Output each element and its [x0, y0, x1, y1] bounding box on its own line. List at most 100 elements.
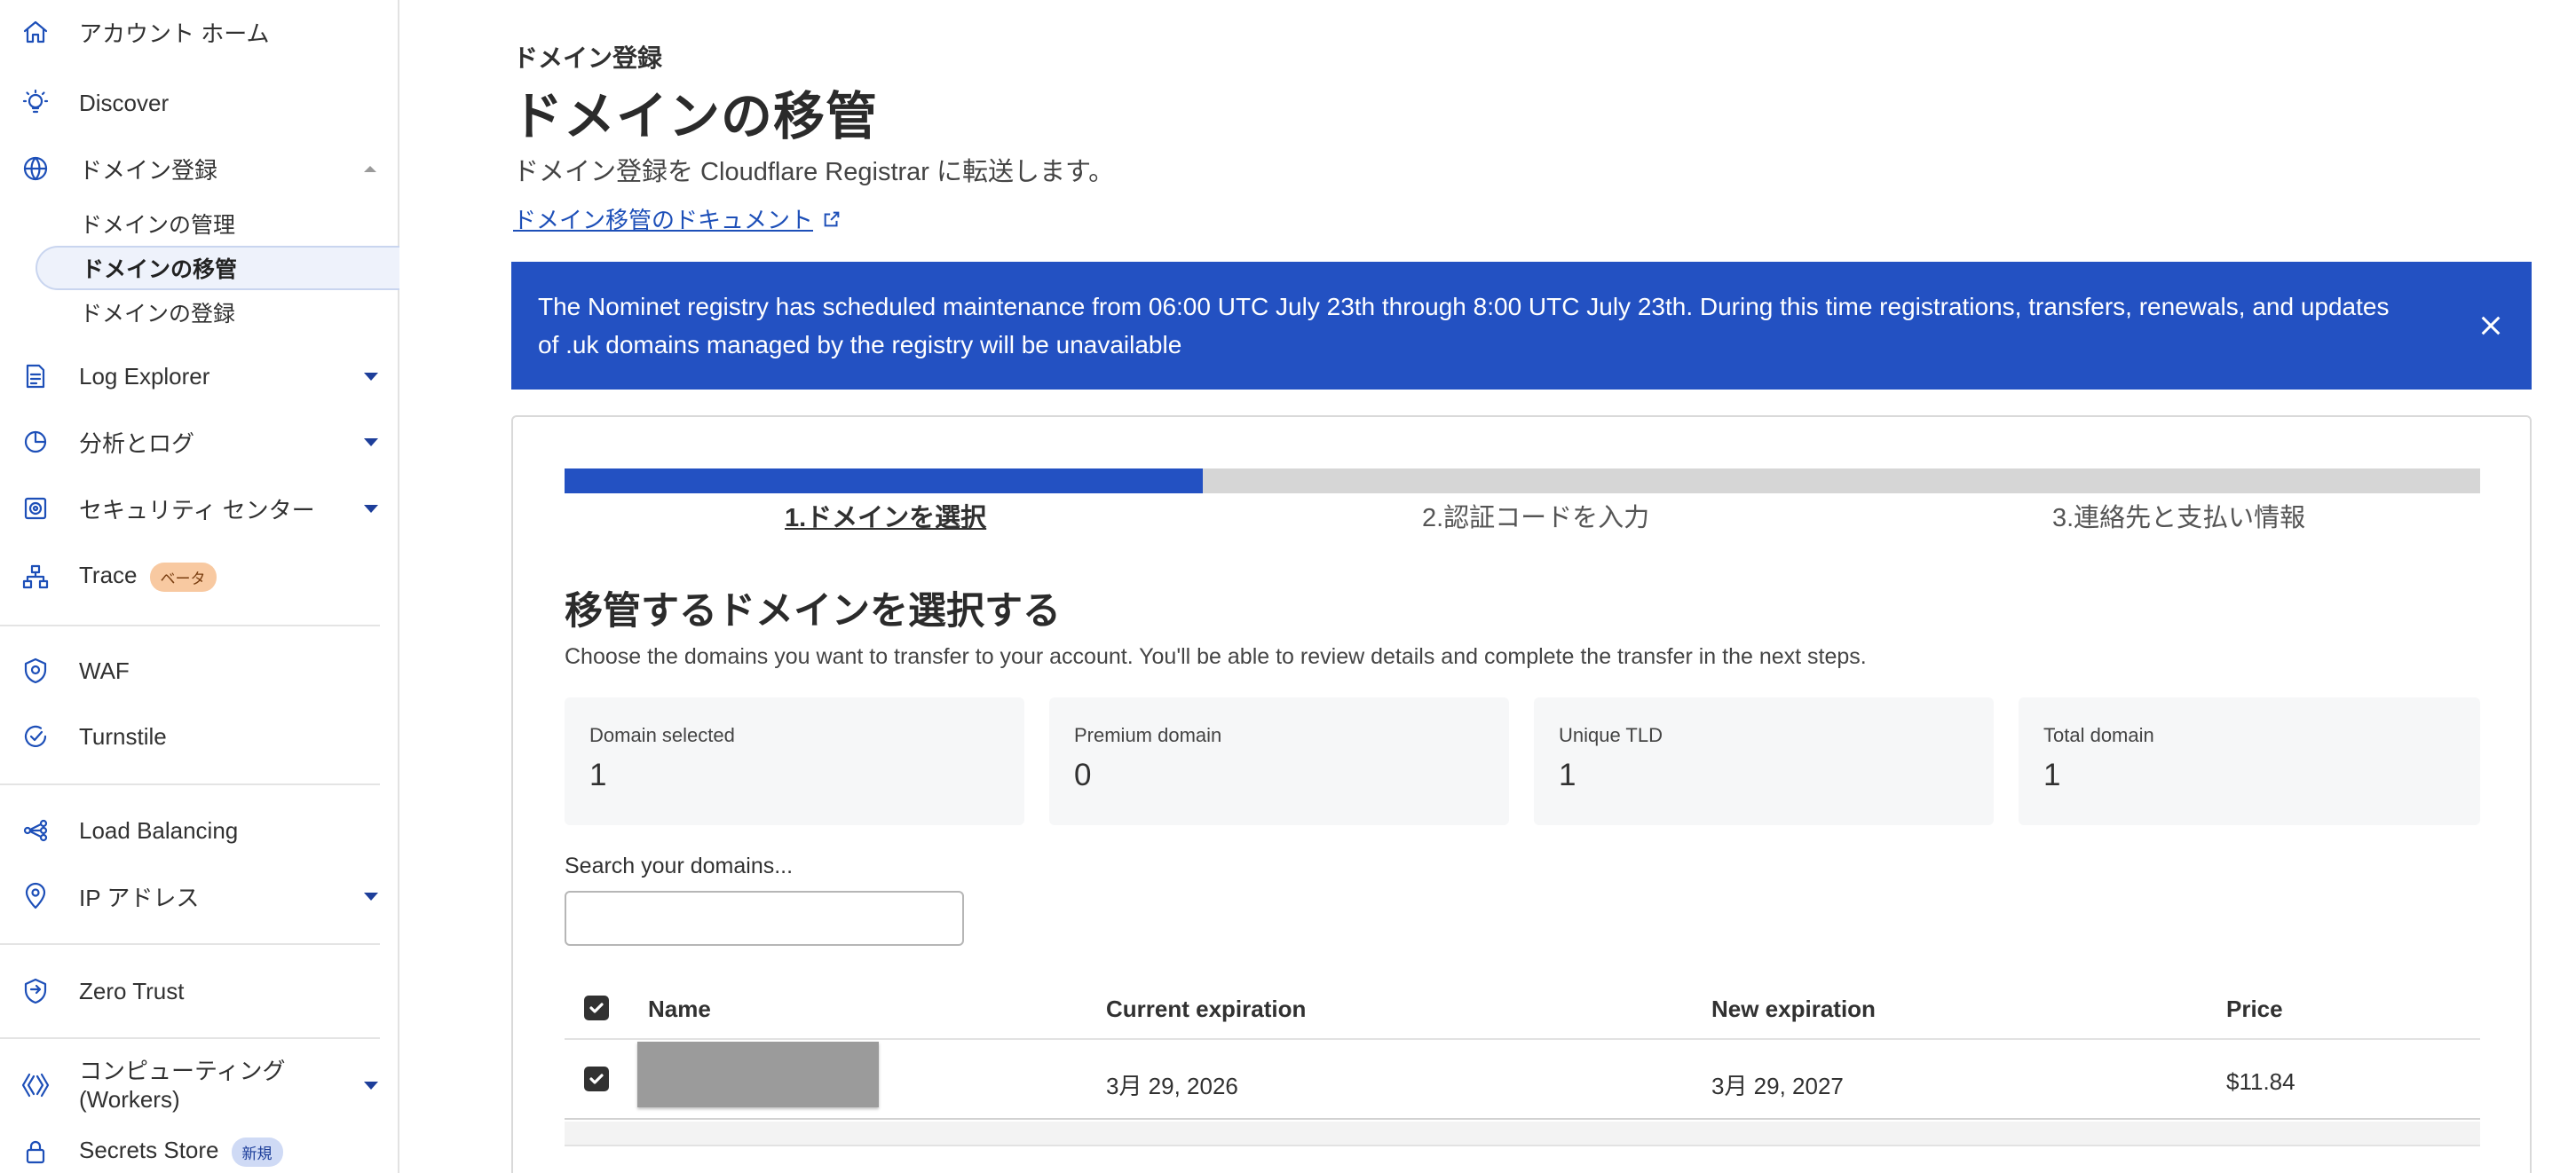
expand-caret-icon[interactable]	[364, 372, 378, 381]
sidebar-item-label: Log Explorer	[79, 362, 210, 390]
expand-caret-icon[interactable]	[364, 437, 378, 446]
column-header-current-expiration[interactable]: Current expiration	[1106, 996, 1306, 1023]
main-content: ドメイン登録 ドメインの移管 ドメイン登録を Cloudflare Regist…	[399, 0, 2576, 1173]
table-header: Name Current expiration New expiration P…	[565, 976, 2480, 1040]
external-link-icon	[824, 211, 840, 226]
sidebar-item-label-wrap: Secrets Store 新規	[79, 1137, 283, 1167]
maintenance-banner: The Nominet registry has scheduled maint…	[511, 262, 2532, 390]
step-enter-auth-code[interactable]: 2.認証コードを入力	[1422, 497, 1649, 534]
page-title: ドメインの移管	[511, 88, 879, 146]
sidebar-item-zero-trust[interactable]: Zero Trust	[0, 972, 398, 1011]
sidebar-item-analytics-logs[interactable]: 分析とログ	[0, 422, 398, 461]
sidebar-item-trace[interactable]: Trace ベータ	[0, 557, 398, 596]
table-row: 3月 29, 2026 3月 29, 2027 $11.84	[565, 1040, 2480, 1120]
sidebar-item-secrets-store[interactable]: Secrets Store 新規	[0, 1132, 398, 1171]
sidebar-divider	[0, 943, 380, 945]
stat-label: Premium domain	[1074, 724, 1222, 746]
step-contact-payment[interactable]: 3.連絡先と支払い情報	[2052, 497, 2305, 534]
sidebar-subitem-register-domains[interactable]: ドメインの登録	[36, 290, 399, 335]
workers-icon	[20, 1069, 51, 1101]
page-description: ドメイン登録を Cloudflare Registrar に転送します。	[513, 158, 1115, 186]
sidebar-item-label-wrap: Trace ベータ	[79, 562, 217, 592]
sidebar-item-load-balancing[interactable]: Load Balancing	[0, 811, 398, 850]
redacted-domain-name	[637, 1042, 879, 1107]
wizard-progress-bar	[565, 468, 2480, 493]
banner-message: The Nominet registry has scheduled maint…	[538, 293, 2390, 358]
sidebar-divider	[0, 1037, 380, 1039]
sidebar-item-label: 分析とログ	[79, 429, 195, 457]
documentation-link[interactable]: ドメイン移管のドキュメント	[513, 202, 842, 235]
globe-icon	[20, 153, 51, 185]
stat-label: Unique TLD	[1559, 724, 1663, 746]
sidebar-item-log-explorer[interactable]: Log Explorer	[0, 357, 398, 396]
sidebar-item-label: セキュリティ センター	[79, 496, 315, 524]
stat-value: 1	[589, 758, 607, 792]
select-all-checkbox[interactable]	[584, 996, 609, 1020]
sidebar-divider	[0, 783, 380, 785]
sidebar-item-label: Zero Trust	[79, 977, 185, 1004]
row-checkbox[interactable]	[584, 1067, 609, 1091]
pie-chart-icon	[20, 426, 51, 458]
log-explorer-icon	[20, 360, 51, 392]
domain-search-input[interactable]	[565, 891, 964, 946]
sidebar-divider	[0, 625, 380, 626]
sidebar-item-label: IP アドレス	[79, 884, 200, 911]
new-badge: 新規	[231, 1137, 283, 1167]
sidebar-item-waf[interactable]: WAF	[0, 651, 398, 690]
sidebar-item-discover[interactable]: Discover	[0, 83, 398, 122]
stat-value: 1	[1559, 758, 1576, 792]
waf-shield-icon	[20, 655, 51, 687]
expand-caret-icon[interactable]	[364, 1081, 378, 1090]
transfer-wizard-card: 1.ドメインを選択 2.認証コードを入力 3.連絡先と支払い情報 移管するドメイ…	[511, 415, 2532, 1173]
sidebar-item-label: Discover	[79, 89, 170, 116]
price-cell: $11.84	[2226, 1068, 2295, 1095]
zero-trust-icon	[20, 975, 51, 1007]
sidebar-item-label: Trace	[79, 562, 138, 589]
sidebar-item-workers[interactable]: コンピューティング (Workers)	[0, 1054, 398, 1116]
sidebar-item-label: ドメイン登録	[79, 156, 218, 184]
sidebar-item-ip-addresses[interactable]: IP アドレス	[0, 877, 398, 916]
new-expiration-cell: 3月 29, 2027	[1711, 1073, 1844, 1099]
sidebar-item-label: Secrets Store	[79, 1137, 219, 1164]
current-expiration-cell: 3月 29, 2026	[1106, 1073, 1238, 1099]
sidebar-item-domain-registration[interactable]: ドメイン登録	[0, 149, 398, 188]
home-icon	[20, 16, 51, 48]
checkmark-icon	[589, 1003, 604, 1013]
checkmark-icon	[589, 1074, 604, 1084]
sidebar-subitem-manage-domains[interactable]: ドメインの管理	[36, 201, 399, 246]
stat-value: 1	[2043, 758, 2061, 792]
security-center-icon	[20, 492, 51, 524]
sidebar-item-label: WAF	[79, 657, 130, 684]
table-footer	[565, 1122, 2480, 1146]
step-select-domains[interactable]: 1.ドメインを選択	[785, 497, 986, 534]
lightbulb-icon	[20, 87, 51, 119]
expand-caret-icon[interactable]	[364, 892, 378, 901]
column-header-new-expiration[interactable]: New expiration	[1711, 996, 1876, 1023]
stat-total-domain: Total domain 1	[2019, 697, 2480, 825]
load-balancing-icon	[20, 815, 51, 846]
wizard-progress-fill	[565, 468, 1203, 493]
sidebar: アカウント ホーム Discover ドメイン登録 ドメインの管理 ドメインの移…	[0, 0, 399, 1173]
section-description: Choose the domains you want to transfer …	[565, 644, 1867, 669]
sidebar-item-security-center[interactable]: セキュリティ センター	[0, 489, 398, 528]
breadcrumb[interactable]: ドメイン登録	[513, 39, 662, 75]
close-icon[interactable]	[2473, 308, 2509, 343]
expand-caret-icon[interactable]	[364, 504, 378, 513]
turnstile-icon	[20, 720, 51, 752]
sidebar-subitem-transfer-domains[interactable]: ドメインの移管	[36, 246, 399, 290]
beta-badge: ベータ	[149, 562, 217, 592]
stat-label: Total domain	[2043, 724, 2154, 746]
sidebar-item-account-home[interactable]: アカウント ホーム	[0, 12, 398, 51]
section-title: 移管するドメインを選択する	[565, 590, 1061, 633]
stat-domain-selected: Domain selected 1	[565, 697, 1024, 825]
sidebar-item-label: Turnstile	[79, 722, 167, 750]
location-pin-icon	[20, 880, 51, 912]
column-header-price[interactable]: Price	[2226, 996, 2283, 1023]
column-header-name[interactable]: Name	[648, 996, 711, 1023]
sidebar-item-turnstile[interactable]: Turnstile	[0, 717, 398, 756]
sidebar-item-label: アカウント ホーム	[79, 20, 270, 47]
stat-unique-tld: Unique TLD 1	[1534, 697, 1994, 825]
sidebar-item-label: Load Balancing	[79, 816, 239, 844]
collapse-caret-icon[interactable]	[364, 165, 376, 172]
search-label: Search your domains...	[565, 854, 794, 878]
